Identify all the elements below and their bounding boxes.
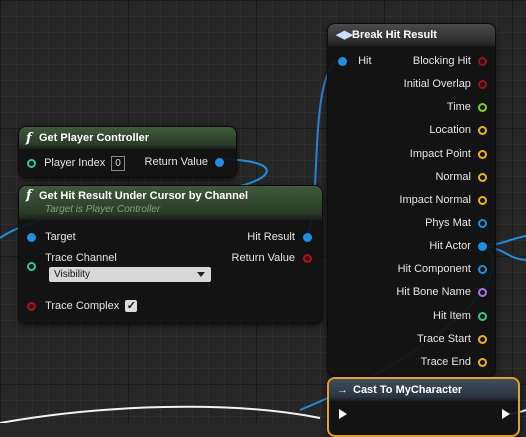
- return-value-pin[interactable]: [303, 253, 312, 263]
- hit-component-label: Hit Component: [397, 263, 471, 276]
- player-index-row[interactable]: Player Index 0: [27, 154, 125, 172]
- hit-actor-pin[interactable]: [478, 241, 487, 251]
- time-label: Time: [446, 101, 471, 114]
- out-row-trace-end[interactable]: Trace End: [421, 353, 487, 371]
- return-value-label: Return Value: [231, 252, 295, 265]
- hit-result-row[interactable]: Hit Result: [247, 228, 312, 246]
- impact-normal-label: Impact Normal: [399, 194, 471, 207]
- cast-title: Cast To MyCharacter: [353, 384, 463, 396]
- hit-item-pin[interactable]: [478, 311, 487, 321]
- impact-normal-pin[interactable]: [478, 195, 487, 205]
- hit-input-pin[interactable]: [338, 56, 347, 66]
- cast-exec-out-row[interactable]: [502, 405, 510, 423]
- location-label: Location: [429, 124, 471, 137]
- initial-overlap-pin[interactable]: [478, 79, 487, 89]
- trace-channel-value: Visibility: [54, 269, 90, 280]
- cast-exec-in-row[interactable]: [339, 405, 347, 423]
- function-icon: f: [26, 131, 32, 146]
- trace-end-pin[interactable]: [478, 357, 487, 367]
- hit-input-label: Hit: [358, 55, 372, 68]
- hit-actor-label: Hit Actor: [429, 240, 471, 253]
- impact-point-label: Impact Point: [409, 148, 471, 161]
- out-row-hit-component[interactable]: Hit Component: [398, 260, 487, 278]
- trace-complex-pin[interactable]: [27, 301, 36, 311]
- target-label: Target: [45, 231, 76, 244]
- hit-item-label: Hit Item: [433, 310, 471, 323]
- out-row-hit-bone-name[interactable]: Hit Bone Name: [396, 283, 487, 301]
- out-row-time[interactable]: Time: [447, 98, 487, 116]
- out-row-initial-overlap[interactable]: Initial Overlap: [404, 75, 487, 93]
- cast-to-mycharacter-node[interactable]: → Cast To MyCharacter: [327, 377, 520, 437]
- exec-out-pin[interactable]: [502, 409, 510, 420]
- out-row-hit-item[interactable]: Hit Item: [433, 307, 487, 325]
- break-hit-result-title: Break Hit Result: [352, 29, 437, 41]
- normal-label: Normal: [435, 171, 471, 184]
- location-pin[interactable]: [478, 125, 487, 135]
- out-row-phys-mat[interactable]: Phys Mat: [425, 214, 487, 232]
- blocking-hit-label: Blocking Hit: [412, 55, 471, 68]
- trace-start-pin[interactable]: [478, 334, 487, 344]
- chevron-down-icon: [197, 272, 205, 277]
- phys-mat-label: Phys Mat: [425, 217, 471, 230]
- time-pin[interactable]: [478, 102, 487, 112]
- trace-complex-checkbox[interactable]: ✓: [125, 300, 138, 313]
- cast-header[interactable]: → Cast To MyCharacter: [329, 379, 518, 401]
- player-index-label: Player Index: [44, 157, 106, 170]
- trace-channel-pin[interactable]: [27, 261, 36, 271]
- pc-return-row[interactable]: Return Value: [145, 153, 224, 171]
- initial-overlap-label: Initial Overlap: [403, 78, 471, 91]
- target-pin[interactable]: [27, 232, 36, 242]
- impact-point-pin[interactable]: [478, 149, 487, 159]
- pc-return-label: Return Value: [144, 156, 208, 169]
- blocking-hit-pin[interactable]: [478, 56, 487, 66]
- player-index-input[interactable]: 0: [111, 155, 125, 171]
- get-hit-result-node[interactable]: f Get Hit Result Under Cursor by Channel…: [18, 185, 323, 324]
- cast-arrow-icon: →: [337, 384, 348, 396]
- break-hit-result-header[interactable]: ◀▶ Break Hit Result: [328, 24, 495, 46]
- get-player-controller-title: Get Player Controller: [39, 132, 150, 144]
- trace-channel-dropdown[interactable]: Visibility: [49, 267, 211, 282]
- player-index-pin[interactable]: [27, 158, 36, 168]
- trace-complex-label: Trace Complex: [45, 300, 120, 313]
- hit-bone-name-label: Hit Bone Name: [396, 286, 471, 299]
- get-hit-result-header[interactable]: f Get Hit Result Under Cursor by Channel…: [19, 186, 322, 220]
- trace-complex-row[interactable]: Trace Complex ✓: [27, 297, 138, 315]
- out-row-location[interactable]: Location: [429, 121, 487, 139]
- out-row-blocking-hit[interactable]: Blocking Hit: [413, 52, 487, 70]
- break-struct-icon: ◀▶: [336, 29, 353, 41]
- out-row-impact-normal[interactable]: Impact Normal: [399, 191, 487, 209]
- target-row[interactable]: Target: [27, 228, 76, 246]
- out-row-trace-start[interactable]: Trace Start: [417, 330, 487, 348]
- normal-pin[interactable]: [478, 172, 487, 182]
- get-player-controller-node[interactable]: f Get Player Controller Player Index 0 R…: [18, 126, 237, 178]
- out-row-normal[interactable]: Normal: [435, 168, 487, 186]
- pc-return-pin[interactable]: [215, 157, 224, 167]
- get-hit-result-title: Get Hit Result Under Cursor by Channel: [39, 190, 249, 202]
- hit-result-pin[interactable]: [303, 232, 312, 242]
- break-hit-result-node[interactable]: ◀▶ Break Hit Result Hit Blocking Hit Ini…: [327, 23, 496, 377]
- out-row-hit-actor[interactable]: Hit Actor: [429, 237, 487, 255]
- function-icon: f: [26, 188, 32, 203]
- get-hit-result-subtitle: Target is Player Controller: [45, 204, 161, 215]
- hit-bone-name-pin[interactable]: [478, 287, 487, 297]
- exec-wire: [0, 405, 321, 423]
- hit-component-pin[interactable]: [478, 264, 487, 274]
- return-value-row[interactable]: Return Value: [232, 249, 312, 267]
- trace-channel-row[interactable]: Trace Channel: [27, 249, 117, 271]
- trace-start-label: Trace Start: [416, 333, 471, 346]
- out-row-impact-point[interactable]: Impact Point: [410, 145, 487, 163]
- trace-end-label: Trace End: [420, 356, 471, 369]
- get-player-controller-header[interactable]: f Get Player Controller: [19, 127, 236, 149]
- exec-in-pin[interactable]: [339, 409, 347, 420]
- hit-result-label: Hit Result: [247, 231, 295, 244]
- phys-mat-pin[interactable]: [478, 218, 487, 228]
- break-hit-input-row[interactable]: Hit: [338, 52, 372, 70]
- trace-channel-label: Trace Channel: [45, 252, 117, 265]
